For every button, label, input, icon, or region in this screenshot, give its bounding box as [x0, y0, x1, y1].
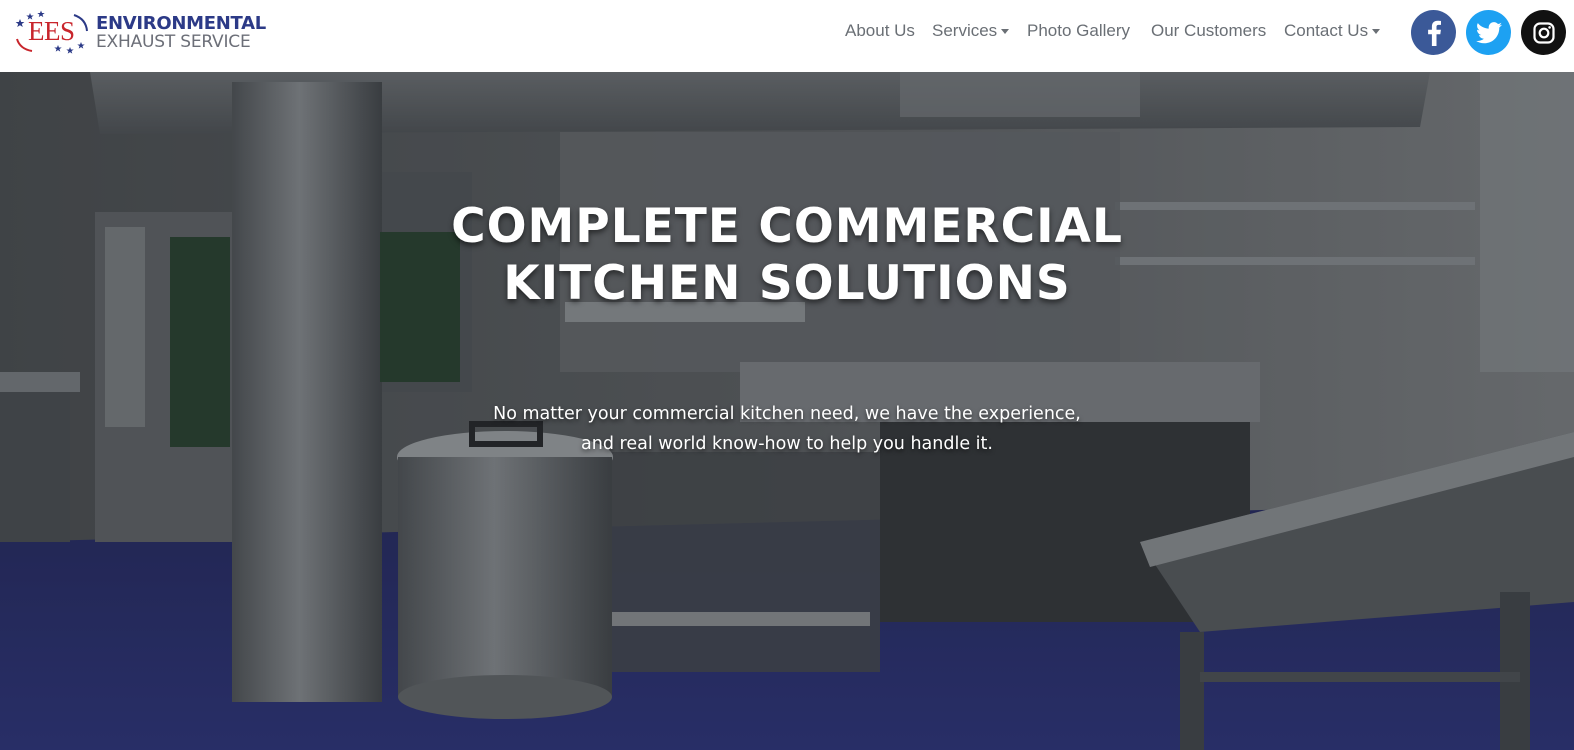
hero-title-line-1: COMPLETE COMMERCIAL: [451, 199, 1123, 254]
nav-services-label: Services: [932, 21, 998, 40]
nav-contact-us[interactable]: Contact Us: [1284, 21, 1381, 41]
chevron-down-icon: [1372, 29, 1381, 34]
logo-title: ENVIRONMENTAL: [96, 13, 266, 34]
facebook-icon: [1423, 20, 1445, 46]
hero-subtitle-line-2: and real world know-how to help you hand…: [581, 434, 993, 454]
chevron-down-icon: [1001, 29, 1010, 34]
instagram-icon: [1532, 21, 1556, 45]
hero-banner: COMPLETE COMMERCIAL KITCHEN SOLUTIONS No…: [0, 72, 1574, 750]
nav-services[interactable]: Services: [932, 21, 1010, 41]
facebook-button[interactable]: [1411, 10, 1456, 55]
logo-initials: EES: [28, 16, 75, 46]
instagram-button[interactable]: [1521, 10, 1566, 55]
logo[interactable]: EES ENVIRONMENTAL EXHAUST SERVICE: [14, 9, 266, 57]
twitter-button[interactable]: [1466, 10, 1511, 55]
nav-photo-gallery[interactable]: Photo Gallery: [1027, 21, 1130, 41]
hero-subtitle: No matter your commercial kitchen need, …: [387, 399, 1187, 459]
nav-photo-gallery-label: Photo Gallery: [1027, 21, 1130, 40]
twitter-icon: [1475, 21, 1502, 44]
site-header: EES ENVIRONMENTAL EXHAUST SERVICE About …: [0, 0, 1574, 72]
nav-about-us[interactable]: About Us: [845, 21, 915, 41]
hero-title: COMPLETE COMMERCIAL KITCHEN SOLUTIONS: [387, 198, 1187, 312]
nav-about-us-label: About Us: [845, 21, 915, 40]
logo-mark: EES: [14, 9, 90, 55]
nav-our-customers[interactable]: Our Customers: [1151, 21, 1266, 41]
hero-title-line-2: KITCHEN SOLUTIONS: [503, 256, 1071, 311]
logo-subtitle: EXHAUST SERVICE: [96, 32, 251, 52]
nav-contact-us-label: Contact Us: [1284, 21, 1369, 40]
hero-subtitle-line-1: No matter your commercial kitchen need, …: [493, 404, 1081, 424]
nav-our-customers-label: Our Customers: [1151, 21, 1267, 40]
